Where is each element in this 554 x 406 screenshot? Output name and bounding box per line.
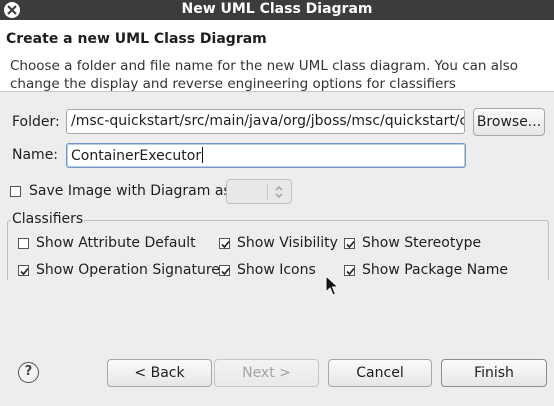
show-visibility-label: Show Visibility bbox=[237, 235, 338, 251]
mouse-pointer-icon bbox=[325, 275, 339, 296]
combo-separator bbox=[267, 184, 268, 200]
page-description: Choose a folder and file name for the ne… bbox=[10, 58, 519, 92]
name-input-value: ContainerExecutor bbox=[71, 148, 202, 164]
title-bar: New UML Class Diagram bbox=[0, 0, 554, 20]
show-operation-signature-label: Show Operation Signature bbox=[36, 262, 220, 278]
save-image-checkbox[interactable] bbox=[10, 186, 21, 197]
page-heading: Create a new UML Class Diagram bbox=[6, 31, 267, 47]
show-icons-label: Show Icons bbox=[237, 262, 316, 278]
checkmark-icon bbox=[346, 240, 355, 249]
help-icon[interactable]: ? bbox=[18, 362, 39, 383]
next-button[interactable]: Next > bbox=[214, 359, 319, 387]
folder-label: Folder: bbox=[12, 114, 60, 130]
back-button[interactable]: < Back bbox=[107, 359, 212, 387]
show-package-name-checkbox[interactable] bbox=[344, 265, 355, 276]
show-icons-checkbox[interactable] bbox=[219, 265, 230, 276]
checkmark-icon bbox=[221, 267, 230, 276]
classifiers-title: Classifiers bbox=[11, 211, 85, 227]
show-attribute-default-label: Show Attribute Default bbox=[36, 235, 196, 251]
show-stereotype-label: Show Stereotype bbox=[362, 235, 482, 251]
text-caret bbox=[202, 147, 204, 163]
show-visibility-checkbox[interactable] bbox=[219, 238, 230, 249]
browse-button[interactable]: Browse... bbox=[473, 108, 545, 136]
window-title: New UML Class Diagram bbox=[181, 1, 373, 17]
dialog-banner: Create a new UML Class Diagram Choose a … bbox=[0, 20, 554, 92]
finish-button[interactable]: Finish bbox=[441, 359, 547, 387]
cancel-button[interactable]: Cancel bbox=[328, 359, 432, 387]
show-stereotype-checkbox[interactable] bbox=[344, 238, 355, 249]
checkmark-icon bbox=[20, 267, 29, 276]
save-image-label: Save Image with Diagram as bbox=[29, 183, 231, 199]
show-package-name-label: Show Package Name bbox=[362, 262, 509, 278]
checkmark-icon bbox=[221, 240, 230, 249]
up-down-arrows-icon bbox=[275, 186, 283, 198]
name-input[interactable]: ContainerExecutor bbox=[66, 143, 466, 168]
show-operation-signature-checkbox[interactable] bbox=[18, 265, 29, 276]
name-label: Name: bbox=[12, 147, 59, 163]
image-format-select[interactable] bbox=[226, 179, 292, 204]
checkmark-icon bbox=[346, 267, 355, 276]
show-attribute-default-checkbox[interactable] bbox=[18, 238, 29, 249]
folder-input[interactable]: /msc-quickstart/src/main/java/org/jboss/… bbox=[66, 109, 465, 134]
